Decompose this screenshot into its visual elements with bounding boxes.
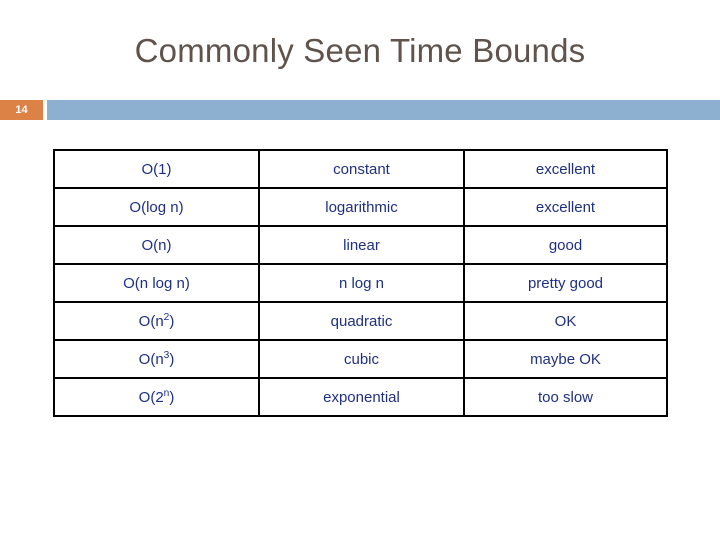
table-row: O(2n) exponential too slow: [53, 377, 668, 417]
cell-notation: O(n log n): [53, 263, 260, 303]
cell-name: cubic: [258, 339, 465, 379]
table-row: O(1) constant excellent: [53, 149, 668, 189]
cell-notation: O(2n): [53, 377, 260, 417]
cell-name: n log n: [258, 263, 465, 303]
cell-name: quadratic: [258, 301, 465, 341]
notation-exponent: 2: [163, 311, 170, 323]
cell-rating: excellent: [463, 149, 668, 189]
cell-notation: O(1): [53, 149, 260, 189]
cell-rating: pretty good: [463, 263, 668, 303]
slide-number-label: 14: [15, 103, 28, 116]
cell-rating: maybe OK: [463, 339, 668, 379]
cell-name: exponential: [258, 377, 465, 417]
cell-notation: O(n): [53, 225, 260, 265]
notation-exponent: n: [163, 387, 170, 399]
table-row: O(n3) cubic maybe OK: [53, 339, 668, 379]
cell-notation: O(n2): [53, 301, 260, 341]
table-row: O(n2) quadratic OK: [53, 301, 668, 341]
notation-base: O(1): [141, 160, 172, 178]
table-row: O(n) linear good: [53, 225, 668, 265]
notation-base: O(log n): [129, 198, 184, 216]
table-row: O(n log n) n log n pretty good: [53, 263, 668, 303]
notation-base: O(n: [138, 350, 164, 368]
notation-base: O(n): [141, 236, 172, 254]
time-bounds-table: O(1) constant excellent O(log n) logarit…: [53, 149, 668, 417]
header-band-bar: [47, 100, 720, 120]
cell-rating: excellent: [463, 187, 668, 227]
cell-notation: O(n3): [53, 339, 260, 379]
table-body: O(1) constant excellent O(log n) logarit…: [53, 149, 668, 417]
notation-exponent: 3: [163, 349, 170, 361]
header-band: 14: [0, 100, 720, 120]
cell-rating: good: [463, 225, 668, 265]
page-title: Commonly Seen Time Bounds: [134, 32, 586, 69]
cell-name: linear: [258, 225, 465, 265]
cell-name: constant: [258, 149, 465, 189]
cell-rating: OK: [463, 301, 668, 341]
cell-name: logarithmic: [258, 187, 465, 227]
cell-notation: O(log n): [53, 187, 260, 227]
notation-base: O(n: [138, 312, 164, 330]
table-row: O(log n) logarithmic excellent: [53, 187, 668, 227]
notation-base: O(n log n): [123, 274, 190, 292]
notation-base: O(2: [138, 388, 164, 406]
cell-rating: too slow: [463, 377, 668, 417]
slide-number-badge: 14: [0, 100, 43, 120]
